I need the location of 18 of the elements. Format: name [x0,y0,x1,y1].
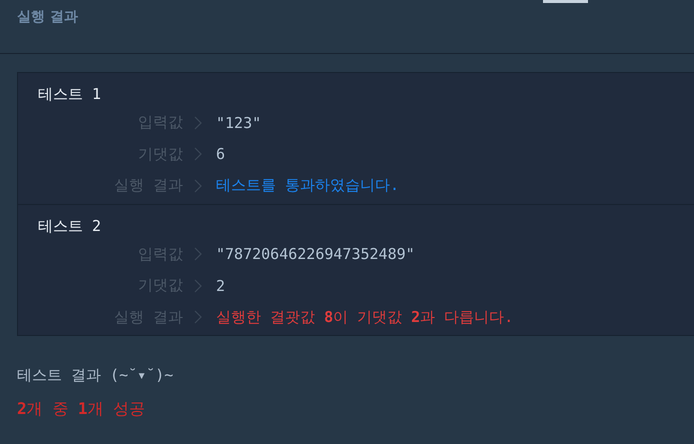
chevron-icon [194,116,202,130]
chevron-icon [194,147,202,162]
test-title: 테스트 2 [38,216,102,236]
chevron-icon [194,247,202,262]
summary-result: 2개 중 1개 성공 [17,399,146,420]
chevron-icon [194,310,202,324]
panel-title: 실행 결과 [17,8,78,26]
summary-title: 테스트 결과 (~˘▾˘)~ [17,366,174,385]
row-value: 6 [216,145,226,164]
row-value: 실행한 결괏값 8이 기댓값 2과 다릅니다. [216,308,514,327]
row-value: 테스트를 통과하였습니다. [216,176,400,196]
tab-underline [543,0,588,3]
row-value: "123" [216,114,262,132]
test-title: 테스트 1 [38,84,102,105]
chevron-icon [194,278,202,293]
row-value: "78720646226947352489" [216,245,415,264]
chevron-icon [194,178,202,193]
row-value: 2 [216,276,226,295]
